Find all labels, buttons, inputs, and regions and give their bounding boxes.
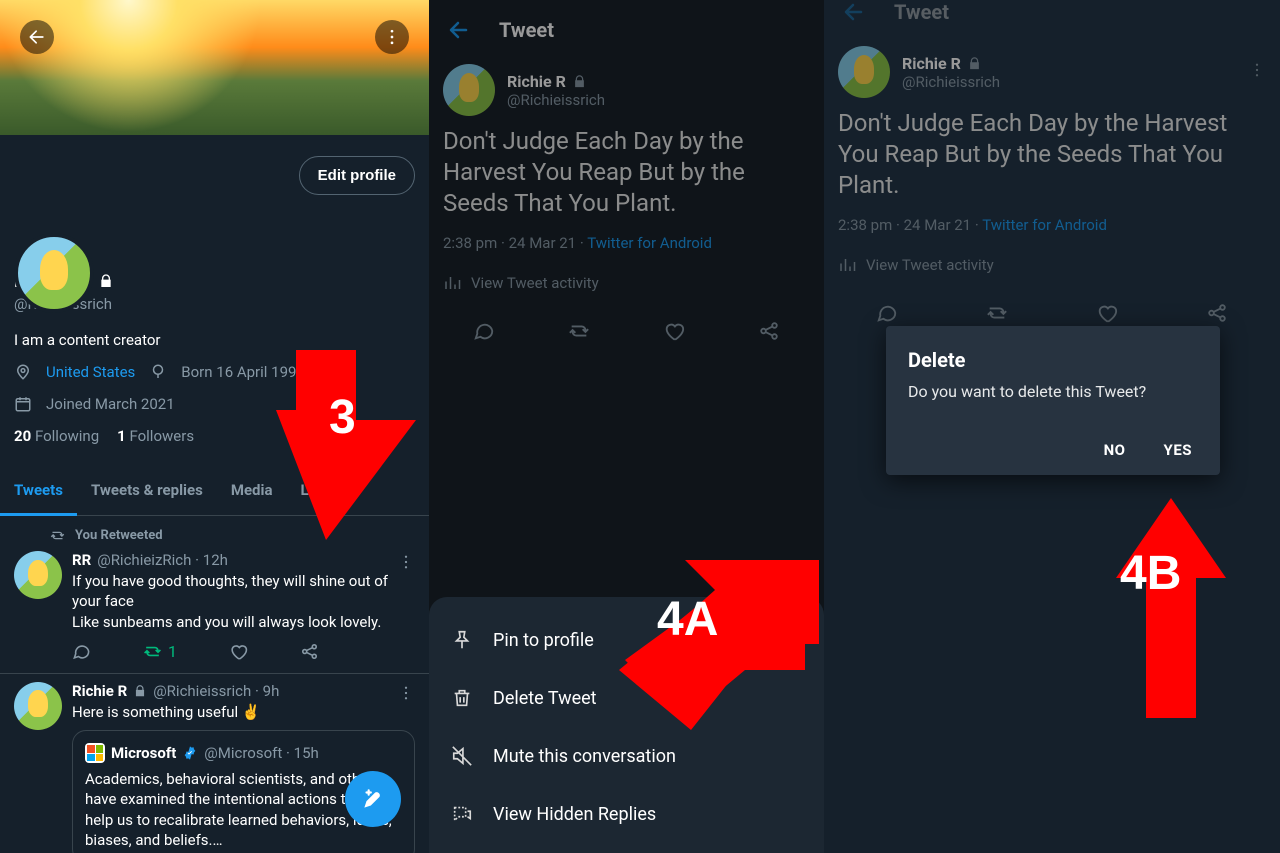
- share-icon[interactable]: [758, 320, 780, 342]
- tweet-source-link[interactable]: Twitter for Android: [982, 216, 1107, 234]
- page-title: Tweet: [499, 18, 554, 42]
- profile-panel: Edit profile Richie R @Richieissrich I a…: [0, 0, 429, 853]
- following-stat[interactable]: 20 Following: [14, 427, 99, 445]
- author-name: Richie R: [902, 54, 1000, 73]
- back-button[interactable]: [447, 18, 471, 42]
- share-icon[interactable]: [300, 642, 319, 661]
- share-icon[interactable]: [1206, 302, 1228, 324]
- delete-confirm-dialog: Delete Do you want to delete this Tweet?…: [886, 326, 1220, 475]
- mute-conversation-option[interactable]: Mute this conversation: [429, 727, 824, 785]
- location-icon: [14, 363, 32, 381]
- delete-dialog-panel: Tweet Richie R @Richieissrich Don't Judg…: [824, 0, 1280, 853]
- view-tweet-activity[interactable]: View Tweet activity: [437, 260, 816, 306]
- tweet-text: If you have good thoughts, they will shi…: [72, 571, 415, 632]
- annotation-label-4a: 4A: [657, 592, 718, 647]
- tweet-header: Richie R @Richieissrich · 9h: [72, 682, 415, 700]
- annotation-label-3: 3: [329, 390, 356, 445]
- profile-location[interactable]: United States: [46, 363, 135, 381]
- retweet-icon[interactable]: [568, 320, 590, 342]
- tab-tweets[interactable]: Tweets: [0, 467, 77, 516]
- lock-icon: [967, 56, 982, 71]
- retweet-button[interactable]: 1: [143, 642, 177, 661]
- balloon-icon: [149, 363, 167, 381]
- lock-icon: [98, 273, 114, 289]
- annotation-arrow-4b: [1116, 498, 1226, 718]
- like-icon[interactable]: [663, 320, 685, 342]
- tweet-header: RR @RichieizRich · 12h: [72, 551, 415, 569]
- tweet-avatar[interactable]: [838, 46, 890, 98]
- trash-icon: [451, 687, 473, 709]
- tab-replies[interactable]: Tweets & replies: [77, 467, 217, 515]
- dialog-title: Delete: [908, 348, 1198, 372]
- reply-icon[interactable]: [72, 642, 91, 661]
- more-options-button[interactable]: [375, 20, 409, 54]
- page-title: Tweet: [894, 0, 949, 24]
- tweet-more-button[interactable]: [397, 684, 415, 706]
- verified-icon: [182, 745, 198, 761]
- profile-avatar[interactable]: [14, 233, 94, 313]
- dialog-yes-button[interactable]: YES: [1164, 441, 1192, 459]
- like-icon[interactable]: [1096, 302, 1118, 324]
- author-name: Richie R: [507, 72, 605, 91]
- tweet-source-link[interactable]: Twitter for Android: [587, 234, 712, 252]
- pin-icon: [451, 629, 473, 651]
- tweet-detail-panel: Tweet Richie R @Richieissrich Don't Judg…: [429, 0, 824, 853]
- profile-joined: Joined March 2021: [46, 395, 175, 413]
- reply-icon[interactable]: [473, 320, 495, 342]
- view-hidden-replies-option[interactable]: View Hidden Replies: [429, 785, 824, 843]
- tweet-item[interactable]: RR @RichieizRich · 12h If you have good …: [0, 543, 429, 674]
- tweet-text: Don't Judge Each Day by the Harvest You …: [437, 120, 816, 226]
- tweet-author-name: Richie R: [72, 682, 127, 700]
- mute-icon: [451, 745, 473, 767]
- lock-icon: [572, 74, 587, 89]
- hidden-replies-icon: [451, 803, 473, 825]
- annotation-label-4b: 4B: [1120, 546, 1181, 601]
- dialog-message: Do you want to delete this Tweet?: [908, 382, 1198, 401]
- like-icon[interactable]: [229, 642, 248, 661]
- quote-author: Microsoft: [111, 744, 176, 762]
- profile-bio: I am a content creator: [14, 331, 415, 349]
- back-button[interactable]: [842, 0, 866, 24]
- edit-profile-button[interactable]: Edit profile: [299, 156, 415, 195]
- followers-stat[interactable]: 1 Followers: [117, 427, 194, 445]
- more-vertical-icon: [382, 27, 402, 47]
- tweet-more-button[interactable]: [1248, 61, 1266, 83]
- tweet-avatar[interactable]: [14, 682, 62, 730]
- more-vertical-icon: [397, 684, 415, 702]
- more-vertical-icon: [1248, 61, 1266, 79]
- feather-plus-icon: [360, 786, 386, 812]
- tweet-avatar[interactable]: [14, 551, 62, 599]
- tweet-author-name: RR: [72, 551, 91, 569]
- retweet-icon: [50, 528, 65, 543]
- arrow-left-icon: [27, 27, 47, 47]
- compose-tweet-button[interactable]: [345, 771, 401, 827]
- lock-icon: [133, 684, 147, 698]
- back-button[interactable]: [20, 20, 54, 54]
- dialog-no-button[interactable]: NO: [1104, 441, 1126, 459]
- annotation-arrow-3: [276, 350, 416, 540]
- tweet-text: Don't Judge Each Day by the Harvest You …: [832, 102, 1272, 208]
- analytics-icon: [443, 274, 461, 292]
- annotation-arrow-4a-shape: [619, 560, 819, 730]
- tweet-item[interactable]: Richie R @Richieissrich · 9h Here is som…: [0, 674, 429, 853]
- reply-icon[interactable]: [876, 302, 898, 324]
- tweet-text: Here is something useful ✌️: [72, 702, 415, 722]
- tweet-avatar[interactable]: [443, 64, 495, 116]
- tweet-timestamp: 2:38 pm · 24 Mar 21 · Twitter for Androi…: [832, 208, 1272, 242]
- analytics-icon: [838, 256, 856, 274]
- tweet-timestamp: 2:38 pm · 24 Mar 21 · Twitter for Androi…: [437, 226, 816, 260]
- retweet-icon[interactable]: [986, 302, 1008, 324]
- tweet-more-button[interactable]: [397, 553, 415, 575]
- cover-image: [0, 0, 429, 135]
- tweet-actions: 1: [72, 632, 415, 667]
- microsoft-logo-icon: [85, 743, 105, 763]
- calendar-icon: [14, 395, 32, 413]
- author-handle: @Richieissrich: [507, 91, 605, 109]
- more-vertical-icon: [397, 553, 415, 571]
- view-tweet-activity[interactable]: View Tweet activity: [832, 242, 1272, 288]
- author-handle: @Richieissrich: [902, 73, 1000, 91]
